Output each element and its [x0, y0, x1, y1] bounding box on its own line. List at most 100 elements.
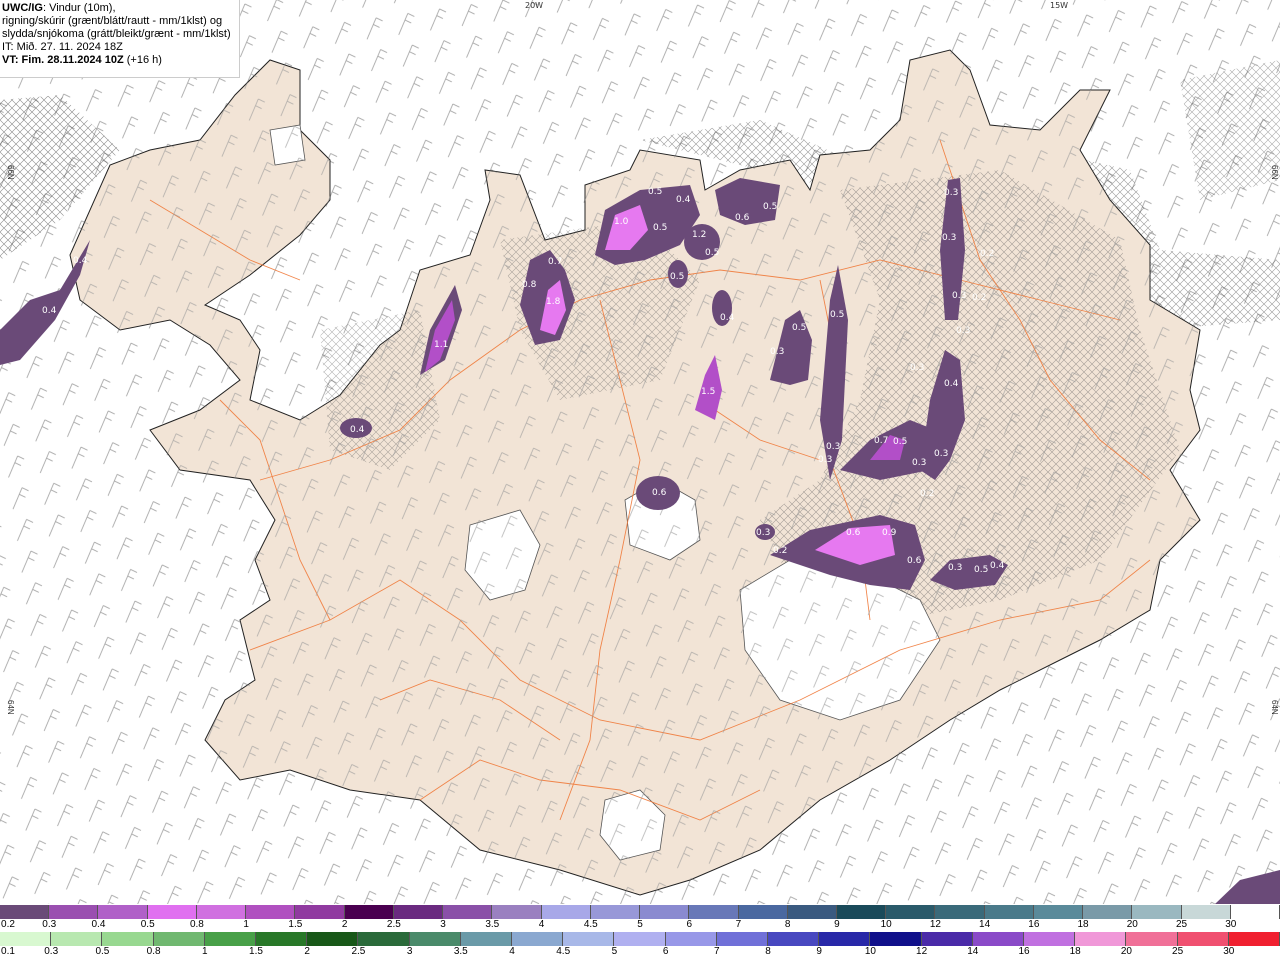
- scale-swatch: [1228, 932, 1280, 946]
- scale-tick-label: 1: [243, 919, 249, 930]
- precip-value: 0.4: [990, 561, 1005, 571]
- scale-tick-label: 5: [611, 946, 618, 957]
- precip-value: 1.1: [434, 340, 448, 350]
- scale-tick-label: 0.8: [189, 919, 204, 930]
- precip-value: 0.6: [735, 213, 750, 223]
- precip-value: 0.5: [792, 323, 806, 333]
- precip-value: 0.2: [920, 489, 934, 499]
- precip-value: 0.7: [548, 257, 562, 267]
- lon-label-15w: 15W: [1050, 1, 1068, 10]
- scale-swatch: [153, 932, 205, 946]
- scale-tick-label: 16: [1018, 946, 1030, 957]
- lat-label-right-bottom: 64N: [1270, 700, 1279, 715]
- precip-value: 0.3: [944, 188, 958, 198]
- precip-value: 1.2: [692, 230, 706, 240]
- valid-time: VT: Fim. 28.11.2024 10Z: [2, 54, 124, 66]
- scale-swatch: [1075, 932, 1127, 946]
- precip-value: 0.3: [912, 458, 926, 468]
- precip-value: 1.5: [701, 387, 715, 397]
- precip-value: 0.2: [980, 249, 994, 259]
- scale-swatch: [563, 932, 615, 946]
- scale-swatch: [307, 932, 359, 946]
- scale-swatch: [836, 905, 887, 919]
- precip-value: 0.3: [770, 347, 784, 357]
- scale-tick-label: 3.5: [485, 919, 500, 930]
- scale-tick-label: 4: [538, 919, 545, 930]
- scale-swatch: [1126, 932, 1178, 946]
- scale-swatch: [102, 932, 154, 946]
- scale-tick-label: 1.5: [288, 919, 303, 930]
- scale-tick-label: 10: [864, 946, 876, 957]
- scale-tick-label: 6: [686, 919, 692, 930]
- precip-value: 0.5: [763, 202, 777, 212]
- precip-value: 0.5: [653, 223, 667, 233]
- scale-tick-label: 25: [1172, 946, 1184, 957]
- precip-value: 0.5: [670, 272, 684, 282]
- scale-tick-label: 0.8: [146, 946, 161, 957]
- scale-swatch: [196, 905, 247, 919]
- map-canvas: 20W 15W 66N 66N 64N 64N 0.4 0.4 1.1 0.4 …: [0, 0, 1280, 904]
- precip-value: 0.9: [882, 528, 897, 538]
- precip-value: 0.3: [952, 291, 966, 301]
- scale-tick-label: 8: [765, 946, 771, 957]
- precip-value: 0.6: [846, 528, 861, 538]
- lat-label-left-bottom: 64N: [6, 700, 15, 715]
- scale-swatch: [787, 905, 837, 919]
- scale-tick-label: 1: [202, 946, 208, 957]
- precip-value: 0.8: [522, 280, 537, 290]
- precip-value: 0.4: [350, 425, 365, 435]
- precip-value: 0.3: [956, 326, 970, 336]
- scale-swatch: [393, 905, 444, 919]
- scale-tick-label: 12: [929, 919, 941, 930]
- scale-tick-label: 3.5: [453, 946, 468, 957]
- scale-swatch: [246, 905, 296, 919]
- scale-tick-label: 2.5: [386, 919, 401, 930]
- scale-swatch: [614, 932, 666, 946]
- header-line-5: VT: Fim. 28.11.2024 10Z (+16 h): [2, 54, 239, 67]
- scale-swatch: [541, 905, 591, 919]
- scale-swatch: [886, 905, 936, 919]
- scale-swatch: [512, 932, 564, 946]
- scale-tick-label: 20: [1126, 919, 1138, 930]
- scale-tick-label: 5: [637, 919, 643, 930]
- precip-value: 0.4: [42, 306, 57, 316]
- rain-scale-ticks: 0.1 0.3 0.5 0.8 1 1.5 2 2.5 3 3.5 4 4.5 5 6 7 8 9 10 12 14 1…: [0, 946, 1280, 958]
- scale-tick-label: 2: [341, 919, 348, 930]
- precip-value: 0.3: [826, 442, 840, 452]
- scale-tick-label: 8: [784, 919, 791, 930]
- precip-value: 0.3: [934, 449, 948, 459]
- lat-label-right-top: 66N: [1270, 165, 1279, 180]
- precip-value: 0.2: [773, 546, 787, 556]
- model-name: UWC/IG: [2, 2, 43, 14]
- scale-tick-label: 14: [979, 919, 991, 930]
- precip-value: 0.4: [676, 195, 691, 205]
- precip-value: 0.3: [818, 455, 832, 465]
- forecast-step: (+16 h): [123, 54, 162, 66]
- scale-tick-label: 14: [967, 946, 979, 957]
- header-line-3: slydda/snjókoma (grátt/bleikt/grænt - mm…: [2, 28, 231, 40]
- scale-swatch: [640, 905, 690, 919]
- scale-swatch: [921, 932, 973, 946]
- scale-swatch: [49, 905, 99, 919]
- scale-tick-label: 6: [662, 946, 669, 957]
- scale-swatch: [1181, 905, 1231, 919]
- scale-tick-label: 9: [834, 919, 840, 930]
- scale-tick-label: 30: [1223, 946, 1235, 957]
- precip-value: 0.3: [942, 233, 956, 243]
- scale-tick-label: 1.5: [249, 946, 263, 957]
- scale-swatch: [409, 932, 461, 946]
- lon-label-20w: 20W: [525, 1, 543, 10]
- header-line-1: UWC/IG: Vindur (10m),: [2, 2, 239, 15]
- scale-swatch: [344, 905, 394, 919]
- scale-tick-label: 2: [304, 946, 310, 957]
- scale-swatch: [972, 932, 1025, 946]
- precip-value: 0.2: [972, 293, 986, 303]
- precip-value: 0.4: [944, 379, 959, 389]
- scale-tick-label: 0.4: [91, 919, 106, 930]
- scale-tick-label: 3: [440, 919, 446, 930]
- precip-value: 1.0: [614, 217, 629, 227]
- precip-value: 0.5: [830, 310, 844, 320]
- precip-value: 0.6: [652, 488, 667, 498]
- scale-tick-label: 3: [406, 946, 413, 957]
- scale-swatch: [98, 905, 148, 919]
